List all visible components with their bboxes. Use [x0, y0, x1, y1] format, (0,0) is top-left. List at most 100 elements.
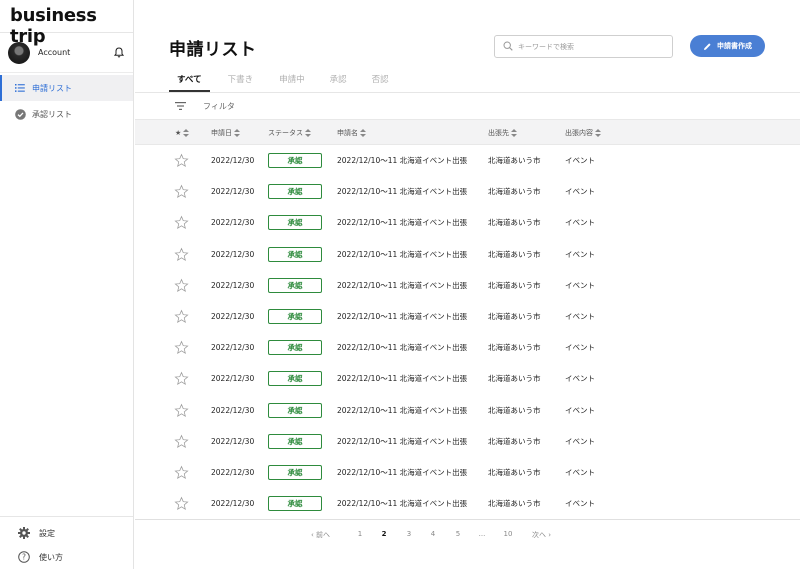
create-application-button[interactable]: 申請書作成 [690, 35, 765, 57]
star-icon[interactable] [174, 239, 189, 270]
name-cell[interactable]: 2022/12/10〜11 北海道イベント出張 [337, 332, 467, 363]
column-favorite[interactable]: ★ [175, 120, 190, 146]
sidebar-item-settings[interactable]: 設定 [0, 521, 133, 545]
tab-rejected[interactable]: 否認 [364, 73, 397, 92]
prev-page-button[interactable]: ‹ 前へ [311, 530, 330, 540]
table-header: ★ 申請日 ステータス 申請名 出張先 出張内容 [135, 119, 800, 145]
star-icon[interactable] [174, 395, 189, 426]
search-input[interactable] [518, 42, 668, 51]
status-badge: 承認 [268, 153, 322, 168]
table-row[interactable]: 2022/12/30 承認 2022/12/10〜11 北海道イベント出張 北海… [135, 457, 800, 488]
date-cell: 2022/12/30 [211, 405, 255, 415]
destination-cell: 北海道あいう市 [488, 249, 541, 259]
star-icon[interactable] [174, 145, 189, 176]
star-icon[interactable] [174, 332, 189, 363]
star-icon[interactable] [174, 488, 189, 519]
destination-cell: 北海道あいう市 [488, 343, 541, 353]
page-button[interactable]: 1 [357, 530, 363, 538]
sort-icon [511, 129, 517, 137]
date-cell: 2022/12/30 [211, 499, 255, 509]
table-row[interactable]: 2022/12/30 承認 2022/12/10〜11 北海道イベント出張 北海… [135, 395, 800, 426]
destination-cell: 北海道あいう市 [488, 405, 541, 415]
star-icon[interactable] [174, 426, 189, 457]
page-ellipsis: ... [478, 530, 486, 538]
sidebar-item-application-list[interactable]: 申請リスト [0, 75, 133, 101]
destination-cell: 北海道あいう市 [488, 311, 541, 321]
status-badge: 承認 [268, 433, 322, 449]
star-icon[interactable] [174, 301, 189, 332]
sidebar-item-approval-list[interactable]: 承認リスト [0, 101, 133, 127]
status-cell: 承認 [268, 488, 322, 519]
tab-draft[interactable]: 下書き [220, 73, 262, 92]
date-cell: 2022/12/30 [211, 436, 255, 446]
table-row[interactable]: 2022/12/30 承認 2022/12/10〜11 北海道イベント出張 北海… [135, 363, 800, 394]
date-cell: 2022/12/30 [211, 343, 255, 353]
column-status[interactable]: ステータス [268, 120, 311, 146]
search-box[interactable] [494, 35, 673, 58]
sidebar-item-help[interactable]: ? 使い方 [0, 545, 133, 569]
content-cell: イベント [565, 405, 595, 415]
star-icon[interactable] [174, 363, 189, 394]
next-page-button[interactable]: 次へ › [532, 530, 551, 540]
name-cell[interactable]: 2022/12/10〜11 北海道イベント出張 [337, 457, 467, 488]
date-cell: 2022/12/30 [211, 156, 255, 165]
status-cell: 承認 [268, 239, 322, 270]
name-cell[interactable]: 2022/12/10〜11 北海道イベント出張 [337, 270, 467, 301]
name-cell[interactable]: 2022/12/10〜11 北海道イベント出張 [337, 176, 467, 207]
status-badge: 承認 [268, 246, 322, 262]
table-row[interactable]: 2022/12/30 承認 2022/12/10〜11 北海道イベント出張 北海… [135, 332, 800, 363]
table-row[interactable]: 2022/12/30 承認 2022/12/10〜11 北海道イベント出張 北海… [135, 488, 800, 519]
page-button[interactable]: 3 [406, 530, 412, 538]
tab-pending[interactable]: 申請中 [271, 73, 313, 92]
table-row[interactable]: 2022/12/30 承認 2022/12/10〜11 北海道イベント出張 北海… [135, 207, 800, 238]
table-row[interactable]: 2022/12/30 承認 2022/12/10〜11 北海道イベント出張 北海… [135, 270, 800, 301]
page-button-current[interactable]: 2 [381, 530, 387, 538]
star-icon[interactable] [174, 207, 189, 238]
list-icon [14, 82, 26, 94]
star-icon[interactable] [174, 457, 189, 488]
column-date[interactable]: 申請日 [211, 120, 240, 146]
filter-label: フィルタ [203, 101, 235, 111]
status-cell: 承認 [268, 207, 322, 238]
tab-approved[interactable]: 承認 [322, 73, 355, 92]
table-row[interactable]: 2022/12/30 承認 2022/12/10〜11 北海道イベント出張 北海… [135, 176, 800, 207]
table-row[interactable]: 2022/12/30 承認 2022/12/10〜11 北海道イベント出張 北海… [135, 301, 800, 332]
star-icon[interactable] [174, 176, 189, 207]
create-button-label: 申請書作成 [717, 42, 752, 50]
table-row[interactable]: 2022/12/30 承認 2022/12/10〜11 北海道イベント出張 北海… [135, 426, 800, 457]
content-cell: イベント [565, 467, 595, 477]
name-cell[interactable]: 2022/12/10〜11 北海道イベント出張 [337, 488, 467, 519]
bell-icon[interactable] [113, 47, 125, 59]
pencil-icon [703, 42, 712, 51]
status-cell: 承認 [268, 176, 322, 207]
avatar[interactable] [8, 41, 30, 64]
column-destination[interactable]: 出張先 [488, 120, 517, 146]
page-button[interactable]: 10 [503, 530, 513, 538]
table-row[interactable]: 2022/12/30 承認 2022/12/10〜11 北海道イベント出張 北海… [135, 239, 800, 270]
check-circle-icon [14, 108, 26, 120]
table-row[interactable]: 2022/12/30 承認 2022/12/10〜11 北海道イベント出張 北海… [135, 145, 800, 176]
sidebar-nav: 申請リスト 承認リスト [0, 75, 133, 127]
gear-icon [18, 527, 30, 539]
main-content: 申請リスト 申請書作成 すべて 下書き 申請中 承認 否認 フィルタ ★ 申請日… [135, 0, 800, 569]
sidebar: business trip Account 申請リスト 承認リスト 設定 ? 使… [0, 0, 134, 569]
name-cell[interactable]: 2022/12/10〜11 北海道イベント出張 [337, 363, 467, 394]
status-cell: 承認 [268, 145, 322, 176]
name-cell[interactable]: 2022/12/10〜11 北海道イベント出張 [337, 426, 467, 457]
name-cell[interactable]: 2022/12/10〜11 北海道イベント出張 [337, 301, 467, 332]
name-cell[interactable]: 2022/12/10〜11 北海道イベント出張 [337, 395, 467, 426]
destination-cell: 北海道あいう市 [488, 499, 541, 509]
brand-logo[interactable]: business trip [0, 0, 133, 47]
column-name[interactable]: 申請名 [337, 120, 366, 146]
page-button[interactable]: 5 [455, 530, 461, 538]
destination-cell: 北海道あいう市 [488, 436, 541, 446]
star-icon[interactable] [174, 270, 189, 301]
destination-cell: 北海道あいう市 [488, 467, 541, 477]
tab-all[interactable]: すべて [169, 73, 210, 92]
column-content[interactable]: 出張内容 [565, 120, 601, 146]
name-cell[interactable]: 2022/12/10〜11 北海道イベント出張 [337, 145, 467, 176]
name-cell[interactable]: 2022/12/10〜11 北海道イベント出張 [337, 239, 467, 270]
filter-button[interactable]: フィルタ [175, 98, 235, 114]
name-cell[interactable]: 2022/12/10〜11 北海道イベント出張 [337, 207, 467, 238]
page-button[interactable]: 4 [430, 530, 436, 538]
